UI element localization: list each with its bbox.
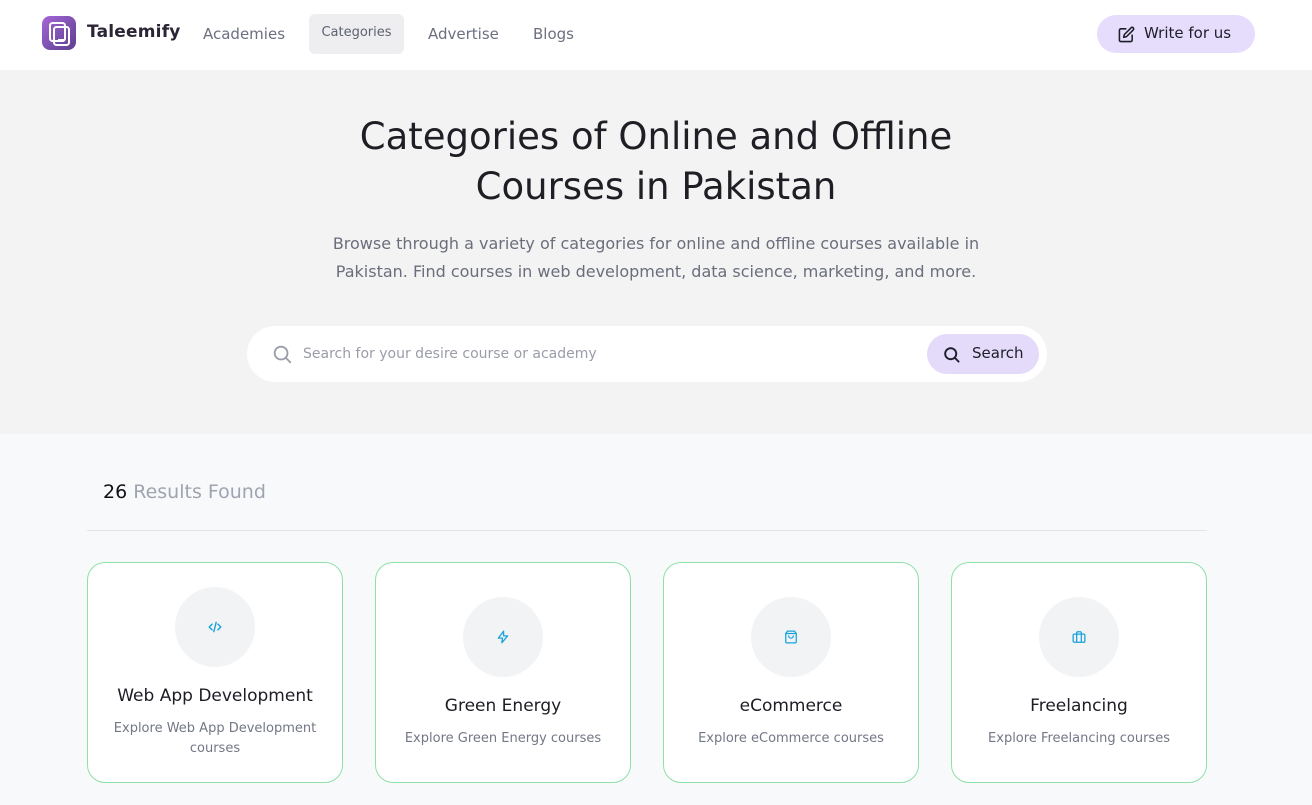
category-card-green-energy[interactable]: Green Energy Explore Green Energy course…: [375, 562, 631, 783]
page-title-line1: Categories of Online and Offline: [359, 115, 953, 158]
page-title: Categories of Online and Offline Courses…: [256, 112, 1056, 212]
category-description: Explore eCommerce courses: [698, 731, 884, 746]
write-for-us-button[interactable]: Write for us: [1097, 15, 1255, 53]
category-card-web-app-development[interactable]: Web App Development Explore Web App Deve…: [87, 562, 343, 783]
nav-categories[interactable]: Categories: [309, 14, 404, 54]
category-title: Web App Development: [117, 686, 313, 706]
category-icon-circle: [175, 587, 255, 667]
results-label: Results Found: [133, 481, 266, 503]
top-navbar: Taleemify Academies Categories Advertise…: [0, 0, 1312, 70]
search-icon: [944, 347, 960, 363]
page-subtitle-line2: Pakistan. Find courses in web developmen…: [335, 262, 977, 281]
briefcase-icon: [1072, 631, 1086, 643]
divider: [87, 530, 1207, 531]
search-button[interactable]: Search: [927, 334, 1039, 374]
category-title: Green Energy: [444, 696, 562, 716]
category-title: eCommerce: [739, 696, 843, 716]
shopping-bag-icon: [785, 630, 797, 644]
page-subtitle-line1: Browse through a variety of categories f…: [332, 234, 980, 253]
hero-section: Categories of Online and Offline Courses…: [0, 70, 1312, 434]
search-bar: Search: [247, 326, 1047, 382]
page-title-line2: Courses in Pakistan: [475, 165, 837, 208]
category-card-ecommerce[interactable]: eCommerce Explore eCommerce courses: [663, 562, 919, 783]
nav-advertise[interactable]: Advertise: [428, 25, 499, 43]
brand-name[interactable]: Taleemify: [87, 22, 181, 42]
category-icon-circle: [751, 597, 831, 677]
page-subtitle: Browse through a variety of categories f…: [286, 230, 1026, 286]
search-input[interactable]: [303, 340, 903, 368]
category-description: Explore Web App Development courses: [113, 721, 317, 756]
taleemify-logo-icon[interactable]: [42, 16, 76, 50]
write-for-us-label: Write for us: [1144, 24, 1232, 42]
category-icon-circle: [1039, 597, 1119, 677]
category-card-freelancing[interactable]: Freelancing Explore Freelancing courses: [951, 562, 1207, 783]
results-count: 26 Results Found: [103, 481, 266, 503]
edit-icon: [1118, 26, 1135, 43]
search-button-label: Search: [972, 344, 1024, 362]
category-title: Freelancing: [1030, 696, 1128, 716]
category-description: Explore Green Energy courses: [404, 731, 602, 746]
nav-blogs[interactable]: Blogs: [533, 25, 574, 43]
search-icon: [273, 345, 292, 364]
lightning-icon: [497, 630, 509, 644]
code-icon: [208, 621, 222, 633]
category-description: Explore Freelancing courses: [988, 731, 1170, 746]
results-number: 26: [103, 481, 128, 503]
category-icon-circle: [463, 597, 543, 677]
nav-academies[interactable]: Academies: [203, 25, 285, 43]
